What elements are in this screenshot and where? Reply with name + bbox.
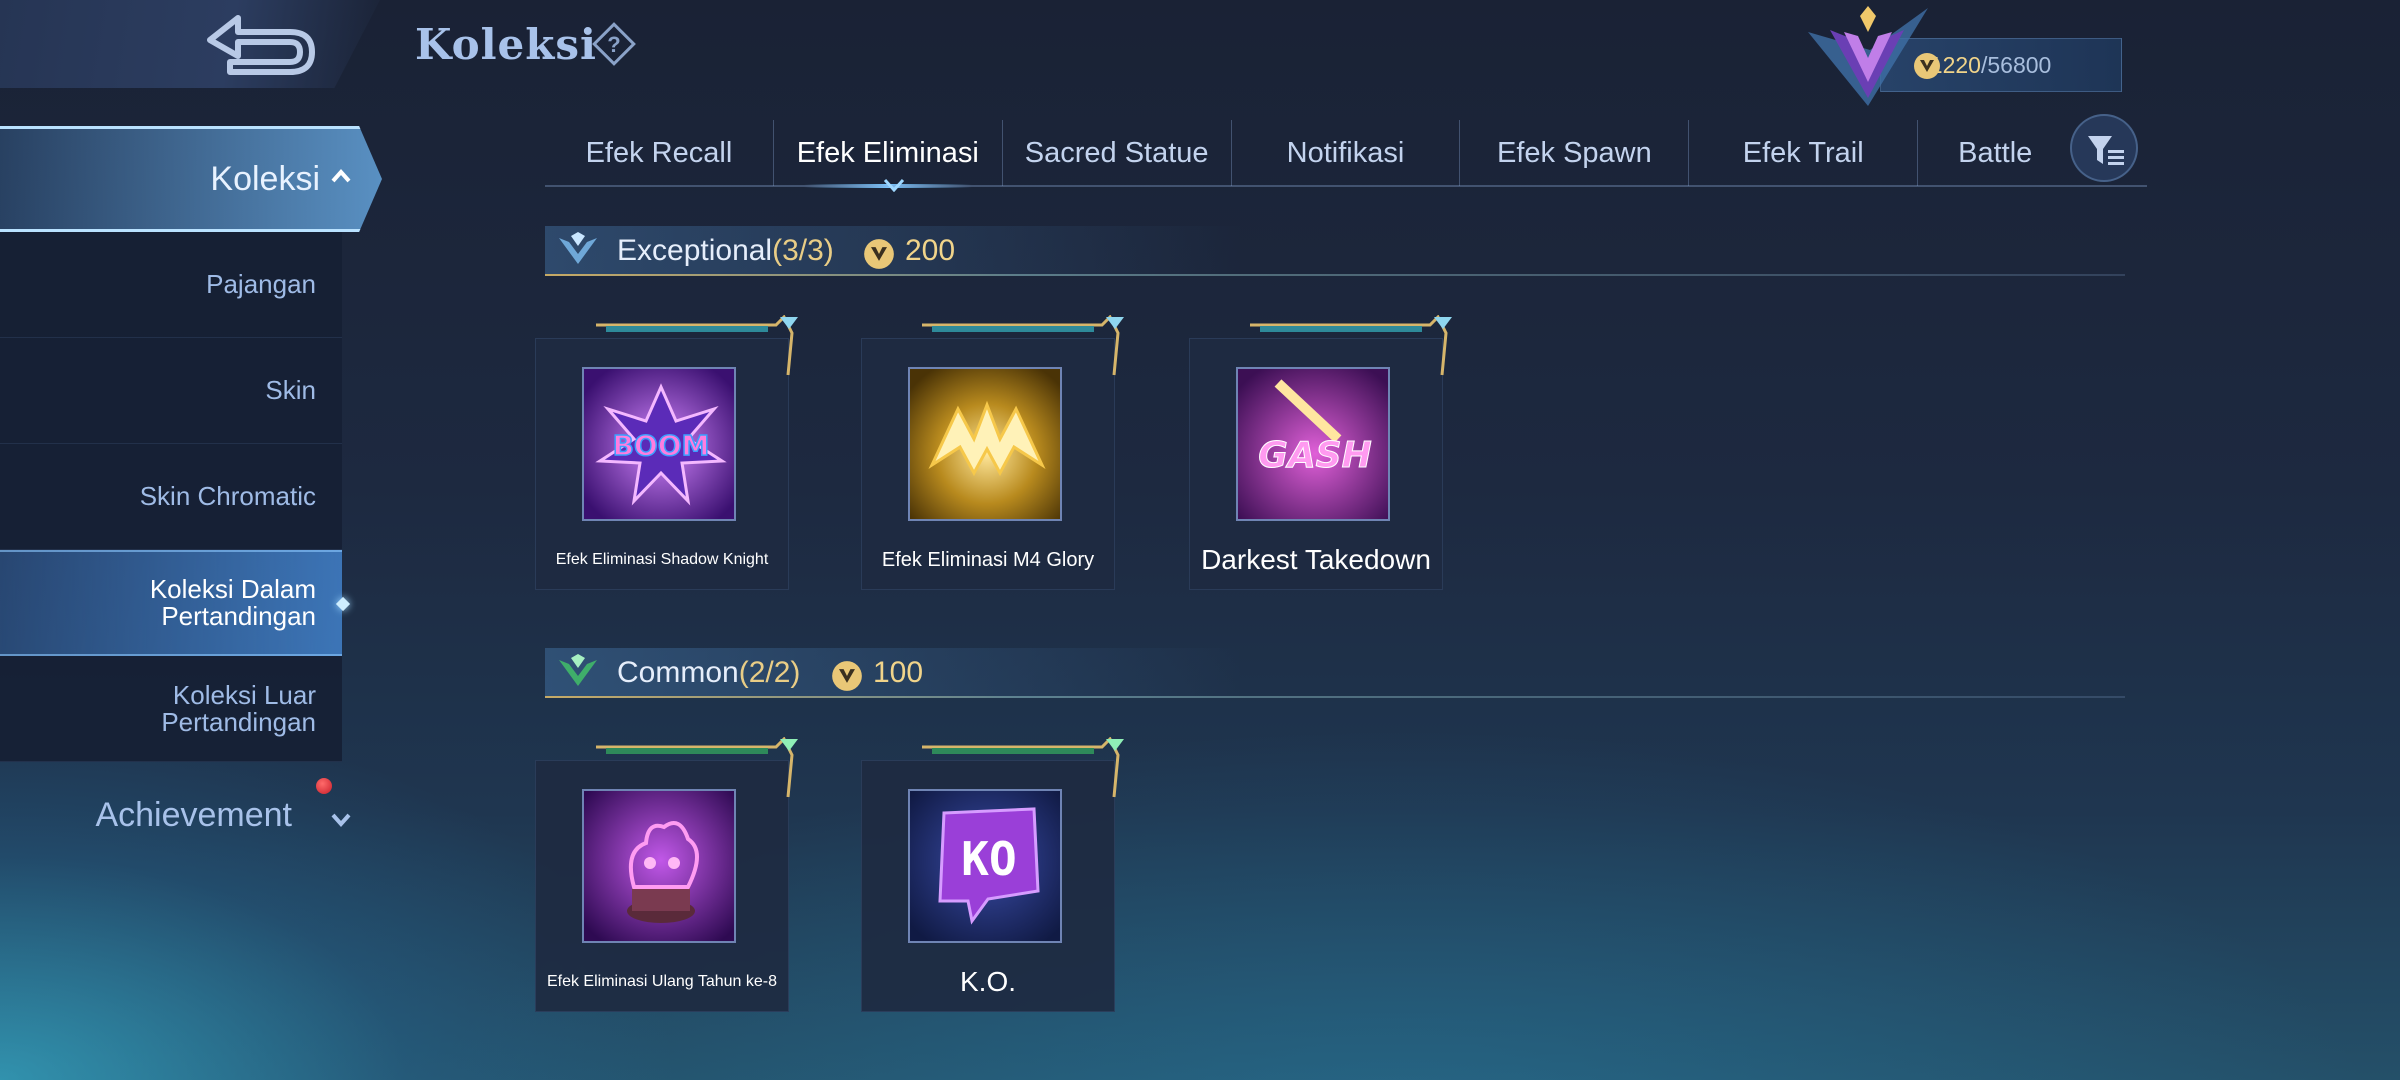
svg-text:GASH: GASH bbox=[1258, 435, 1371, 476]
sidebar-item-pajangan[interactable]: Pajangan bbox=[0, 232, 342, 338]
svg-text:KO: KO bbox=[961, 832, 1016, 886]
tab-efek-recall[interactable]: Efek Recall bbox=[545, 120, 774, 186]
effect-preview-image bbox=[908, 367, 1062, 521]
sidebar-item-skin[interactable]: Skin bbox=[0, 338, 342, 444]
tab-divider bbox=[545, 185, 2147, 187]
tab-notifikasi[interactable]: Notifikasi bbox=[1232, 120, 1461, 186]
sidebar-item-label: Koleksi Dalam Pertandingan bbox=[149, 574, 316, 631]
card-label: Efek Eliminasi Ulang Tahun ke-8 bbox=[546, 973, 778, 990]
tab-efek-trail[interactable]: Efek Trail bbox=[1689, 120, 1919, 186]
chevron-down-icon bbox=[330, 808, 352, 830]
effect-preview-image: GASH bbox=[1236, 367, 1390, 521]
sidebar-item-skin-chromatic[interactable]: Skin Chromatic bbox=[0, 444, 342, 550]
sidebar-achievement[interactable]: Achievement bbox=[0, 790, 342, 840]
tab-pointer-icon bbox=[883, 178, 905, 193]
collection-card[interactable]: BOOM Efek Eliminasi Shadow Knight bbox=[535, 315, 798, 590]
sidebar-sublist: Pajangan Skin Skin Chromatic Koleksi Dal… bbox=[0, 232, 342, 762]
back-arrow-icon bbox=[207, 15, 315, 75]
collection-card[interactable]: GASH Darkest Takedown bbox=[1189, 315, 1452, 590]
collection-card[interactable]: KO K.O. bbox=[861, 737, 1124, 1012]
card-label: Darkest Takedown bbox=[1201, 544, 1431, 575]
collector-rank-icon bbox=[1800, 2, 1936, 110]
tab-efek-eliminasi[interactable]: Efek Eliminasi bbox=[774, 120, 1003, 188]
sidebar-main-koleksi[interactable]: Koleksi bbox=[0, 126, 382, 232]
tab-sacred-statue[interactable]: Sacred Statue bbox=[1003, 120, 1232, 186]
effect-preview-image: KO bbox=[908, 789, 1062, 943]
category-tabs: Efek Recall Efek Eliminasi Sacred Statue… bbox=[545, 120, 2147, 188]
filter-icon bbox=[2088, 136, 2124, 165]
sidebar-item-label: Skin Chromatic bbox=[139, 481, 316, 511]
collection-card[interactable]: Efek Eliminasi Ulang Tahun ke-8 bbox=[535, 737, 798, 1012]
sidebar-item-label: Skin bbox=[265, 375, 316, 405]
filter-button[interactable] bbox=[2070, 114, 2138, 182]
section-divider bbox=[545, 274, 2125, 276]
tab-efek-spawn[interactable]: Efek Spawn bbox=[1460, 120, 1690, 186]
sidebar-item-label: Koleksi Luar Pertandingan bbox=[161, 679, 316, 737]
section-cost: 200 bbox=[905, 234, 956, 267]
section-cost: 100 bbox=[873, 656, 924, 689]
card-label: Efek Eliminasi Shadow Knight bbox=[555, 551, 769, 568]
sidebar-item-koleksi-luar-pertandingan[interactable]: Koleksi Luar Pertandingan bbox=[0, 656, 342, 762]
section-title: Exceptional(3/3) bbox=[617, 234, 834, 267]
page-title: Koleksi bbox=[415, 20, 597, 69]
sidebar-main-label: Koleksi bbox=[210, 159, 320, 198]
exceptional-tier-icon bbox=[559, 232, 597, 264]
section-divider bbox=[545, 696, 2125, 698]
card-label: K.O. bbox=[959, 966, 1016, 997]
section-common-header: Common(2/2) 100 bbox=[545, 648, 2125, 708]
coin-icon bbox=[832, 661, 862, 691]
notification-dot bbox=[316, 778, 332, 794]
section-exceptional-header: Exceptional(3/3) 200 bbox=[545, 226, 2125, 286]
coin-icon bbox=[864, 239, 894, 269]
card-label: Efek Eliminasi M4 Glory bbox=[881, 549, 1095, 571]
sidebar-item-label: Pajangan bbox=[206, 269, 316, 299]
common-tier-icon bbox=[559, 654, 597, 686]
back-button[interactable] bbox=[190, 10, 320, 80]
currency-max: /56800 bbox=[1980, 51, 2052, 78]
effect-preview-image bbox=[582, 789, 736, 943]
collection-card[interactable]: Efek Eliminasi M4 Glory bbox=[861, 315, 1124, 590]
svg-text:?: ? bbox=[607, 32, 620, 57]
effect-preview-image: BOOM bbox=[582, 367, 736, 521]
svg-text:BOOM: BOOM bbox=[613, 429, 710, 462]
chevron-up-icon bbox=[330, 166, 352, 188]
help-icon[interactable]: ? bbox=[590, 20, 638, 68]
section-title: Common(2/2) bbox=[617, 656, 801, 689]
sidebar-item-koleksi-dalam-pertandingan[interactable]: Koleksi Dalam Pertandingan bbox=[0, 550, 342, 656]
achievement-label: Achievement bbox=[95, 795, 292, 834]
